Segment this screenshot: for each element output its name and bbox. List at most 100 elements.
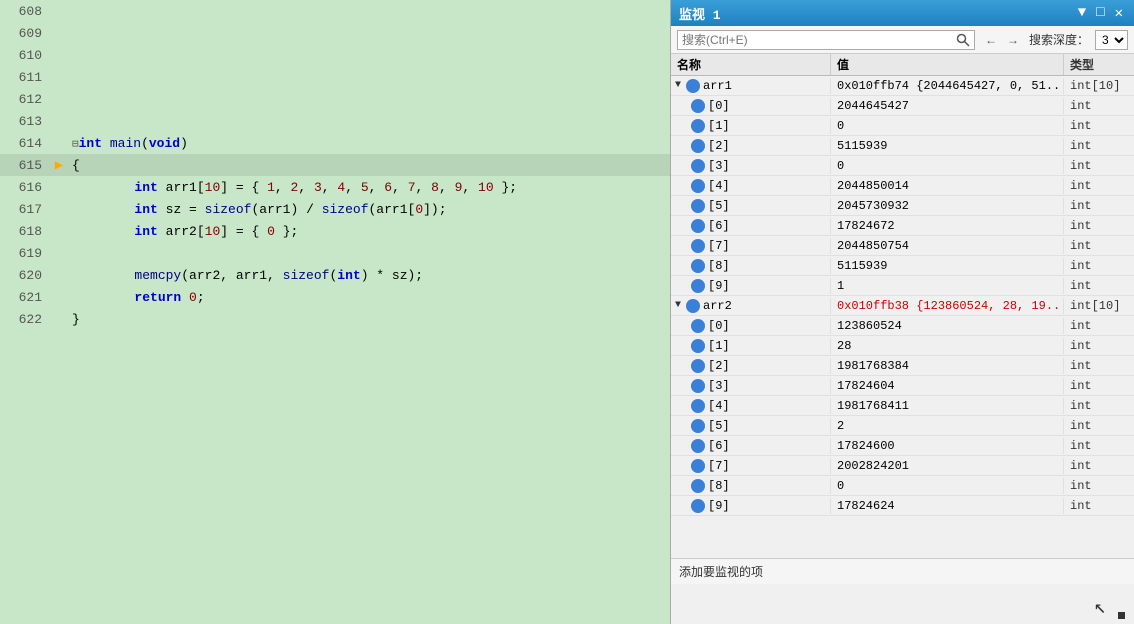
depth-select[interactable]: 3 1 2 4 5 bbox=[1095, 30, 1128, 50]
var-name-text: [5] bbox=[708, 199, 730, 213]
watch-row[interactable]: [6]17824600int bbox=[671, 436, 1134, 456]
watch-row[interactable]: ▼ arr10x010ffb74 {2044645427, 0, 51...in… bbox=[671, 76, 1134, 96]
code-line: 609 bbox=[0, 22, 670, 44]
variable-icon bbox=[691, 439, 705, 453]
search-input[interactable] bbox=[682, 33, 956, 47]
line-content: memcpy(arr2, arr1, sizeof(int) * sz); bbox=[68, 268, 670, 283]
nav-next-btn[interactable]: → bbox=[1003, 31, 1023, 49]
watch-row-value: 5115939 bbox=[831, 138, 1064, 154]
watch-dropdown-btn[interactable]: ▼ bbox=[1075, 5, 1089, 21]
var-name-text: [2] bbox=[708, 359, 730, 373]
variable-icon bbox=[686, 79, 700, 93]
watch-row[interactable]: [2]1981768384int bbox=[671, 356, 1134, 376]
watch-row[interactable]: [6]17824672int bbox=[671, 216, 1134, 236]
watch-row-value: 2045730932 bbox=[831, 198, 1064, 214]
var-name-text: [3] bbox=[708, 159, 730, 173]
watch-row[interactable]: [9]17824624int bbox=[671, 496, 1134, 516]
watch-row-name: [4] bbox=[671, 178, 831, 194]
variable-icon bbox=[691, 399, 705, 413]
variable-icon bbox=[691, 479, 705, 493]
watch-row-value: 17824672 bbox=[831, 218, 1064, 234]
watch-row[interactable]: [7]2044850754int bbox=[671, 236, 1134, 256]
watch-row[interactable]: [0]123860524int bbox=[671, 316, 1134, 336]
variable-icon bbox=[691, 159, 705, 173]
watch-row-type: int bbox=[1064, 378, 1134, 394]
watch-row-value: 1 bbox=[831, 278, 1064, 294]
watch-row-name: [9] bbox=[671, 278, 831, 294]
variable-icon bbox=[691, 459, 705, 473]
watch-row-value: 0 bbox=[831, 478, 1064, 494]
var-name-text: arr1 bbox=[703, 79, 732, 93]
line-number: 618 bbox=[0, 224, 50, 239]
var-name-text: [6] bbox=[708, 439, 730, 453]
line-content: int sz = sizeof(arr1) / sizeof(arr1[0]); bbox=[68, 202, 670, 217]
watch-row-type: int bbox=[1064, 498, 1134, 514]
watch-row[interactable]: [7]2002824201int bbox=[671, 456, 1134, 476]
code-line: 617 int sz = sizeof(arr1) / sizeof(arr1[… bbox=[0, 198, 670, 220]
var-name-text: arr2 bbox=[703, 299, 732, 313]
watch-row-value: 0 bbox=[831, 118, 1064, 134]
variable-icon bbox=[691, 219, 705, 233]
watch-row-type: int bbox=[1064, 158, 1134, 174]
var-name-text: [2] bbox=[708, 139, 730, 153]
watch-table: ▼ arr10x010ffb74 {2044645427, 0, 51...in… bbox=[671, 76, 1134, 558]
watch-row[interactable]: [0]2044645427int bbox=[671, 96, 1134, 116]
nav-prev-btn[interactable]: ← bbox=[981, 31, 1001, 49]
watch-row-value: 17824604 bbox=[831, 378, 1064, 394]
var-name-text: [7] bbox=[708, 459, 730, 473]
watch-row[interactable]: [4]2044850014int bbox=[671, 176, 1134, 196]
code-line: 613 bbox=[0, 110, 670, 132]
watch-row-value: 17824624 bbox=[831, 498, 1064, 514]
watch-row[interactable]: [8]0int bbox=[671, 476, 1134, 496]
watch-row[interactable]: [8]5115939int bbox=[671, 256, 1134, 276]
expand-icon[interactable]: ▼ bbox=[675, 80, 681, 91]
watch-row-name: [1] bbox=[671, 338, 831, 354]
code-lines: 608609610611612613614⊟int main(void)615▶… bbox=[0, 0, 670, 330]
watch-row[interactable]: [3]0int bbox=[671, 156, 1134, 176]
watch-row[interactable]: [3] 17824604int bbox=[671, 376, 1134, 396]
watch-row-type: int bbox=[1064, 458, 1134, 474]
watch-bottom: ↖ bbox=[671, 584, 1134, 624]
watch-row-name: [2] bbox=[671, 358, 831, 374]
watch-row[interactable]: [5]2045730932int bbox=[671, 196, 1134, 216]
watch-row[interactable]: ▼ arr20x010ffb38 {123860524, 28, 19...in… bbox=[671, 296, 1134, 316]
code-line: 614⊟int main(void) bbox=[0, 132, 670, 154]
col-header-value: 值 bbox=[831, 54, 1064, 75]
watch-titlebar: 监视 1 ▼ □ ✕ bbox=[671, 0, 1134, 26]
watch-row-name: [2] bbox=[671, 138, 831, 154]
var-name-text: [4] bbox=[708, 179, 730, 193]
watch-row-name: ▼ arr2 bbox=[671, 298, 831, 314]
var-name-text: [3] bbox=[708, 379, 730, 393]
variable-icon bbox=[691, 239, 705, 253]
depth-label: 搜索深度： bbox=[1029, 31, 1089, 48]
watch-restore-btn[interactable]: □ bbox=[1093, 5, 1107, 21]
watch-row-name: [1] bbox=[671, 118, 831, 134]
variable-icon bbox=[691, 259, 705, 273]
line-content: ⊟int main(void) bbox=[68, 136, 670, 151]
var-name-text: [0] bbox=[708, 319, 730, 333]
watch-row-value: 1981768411 bbox=[831, 398, 1064, 414]
watch-row[interactable]: [4]1981768411int bbox=[671, 396, 1134, 416]
watch-row-type: int bbox=[1064, 398, 1134, 414]
watch-row[interactable]: [2]5115939int bbox=[671, 136, 1134, 156]
watch-row[interactable]: [1]0int bbox=[671, 116, 1134, 136]
code-line: 620 memcpy(arr2, arr1, sizeof(int) * sz)… bbox=[0, 264, 670, 286]
watch-row[interactable]: [5]2int bbox=[671, 416, 1134, 436]
search-box[interactable] bbox=[677, 30, 975, 50]
expand-icon[interactable]: ▼ bbox=[675, 300, 681, 311]
watch-close-btn[interactable]: ✕ bbox=[1112, 5, 1126, 22]
watch-footer: 添加要监视的项 bbox=[671, 558, 1134, 584]
variable-icon bbox=[691, 139, 705, 153]
code-line: 621 return 0; bbox=[0, 286, 670, 308]
line-content: } bbox=[68, 312, 670, 327]
code-line: 611 bbox=[0, 66, 670, 88]
watch-row-name: [7] bbox=[671, 238, 831, 254]
code-line: 615▶{ bbox=[0, 154, 670, 176]
watch-row[interactable]: [9]1int bbox=[671, 276, 1134, 296]
var-name-text: [5] bbox=[708, 419, 730, 433]
watch-row-value: 2 bbox=[831, 418, 1064, 434]
watch-row-type: int[10] bbox=[1064, 298, 1134, 314]
search-icon bbox=[956, 33, 970, 47]
watch-row-name: [6] bbox=[671, 438, 831, 454]
watch-row[interactable]: [1]28int bbox=[671, 336, 1134, 356]
